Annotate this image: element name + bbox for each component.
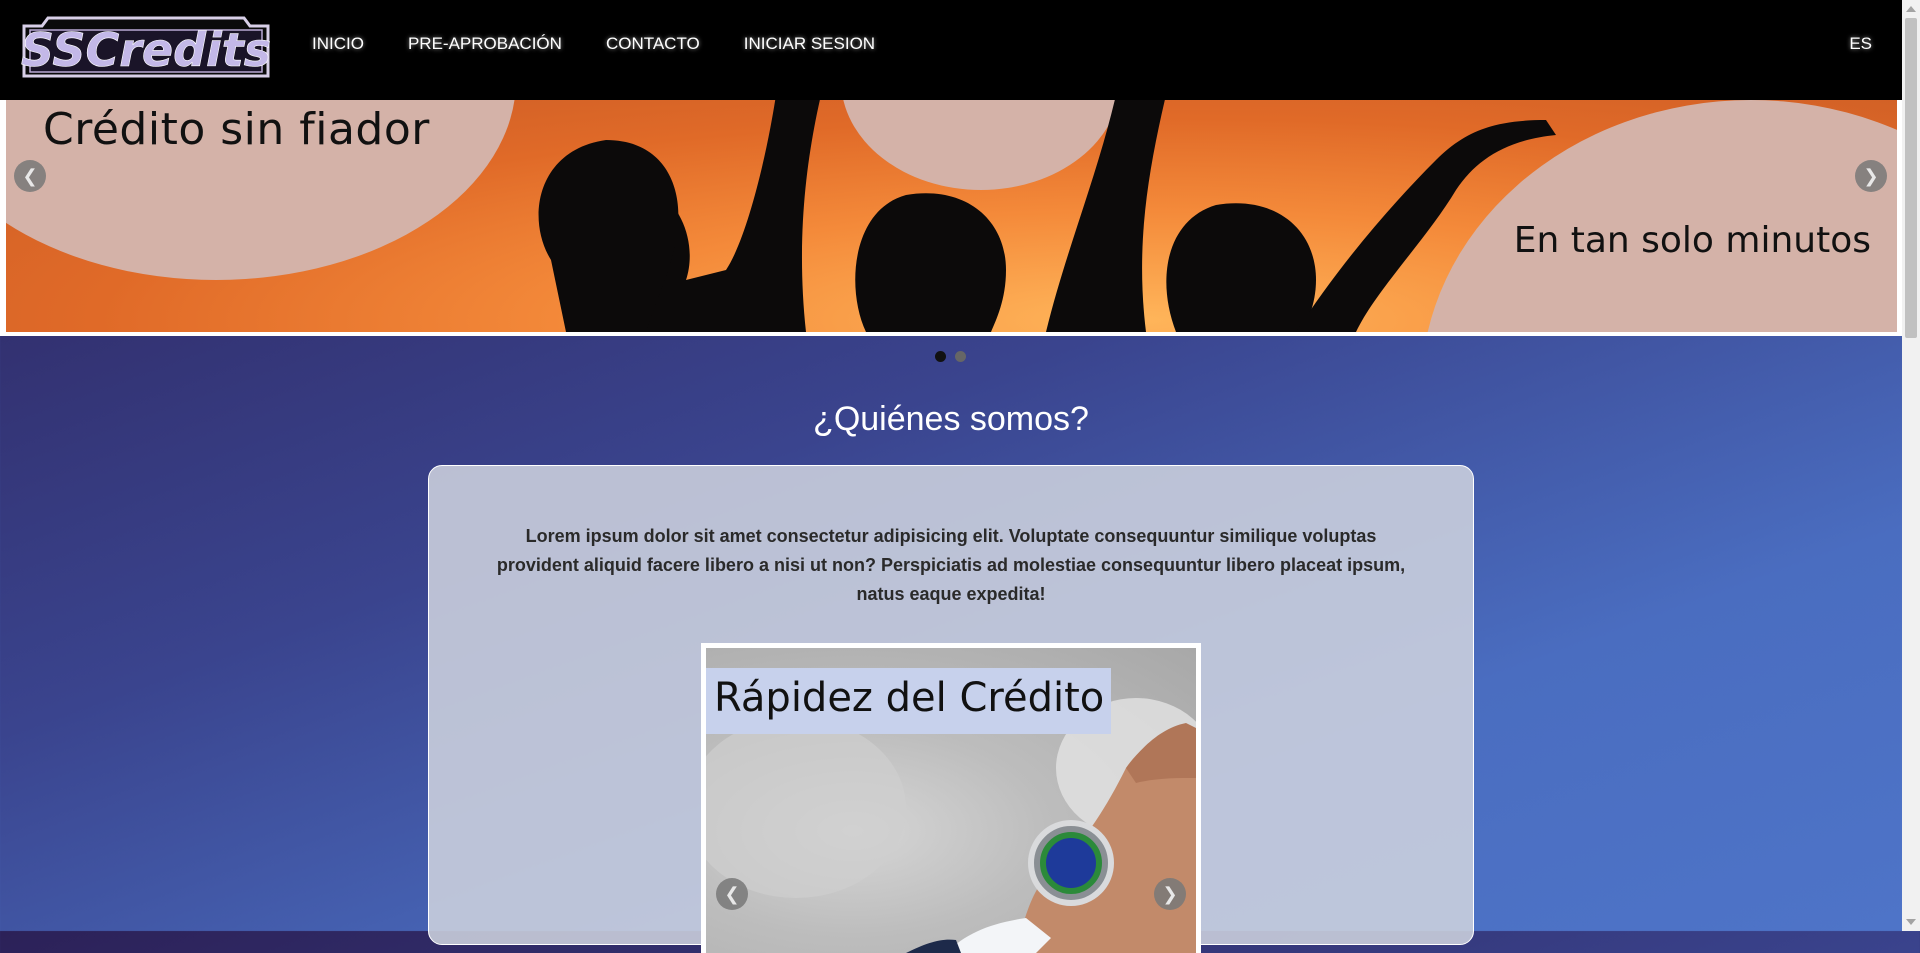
about-title: ¿Quiénes somos? xyxy=(813,400,1089,438)
carousel-indicators xyxy=(935,351,966,362)
carousel-dot-2[interactable] xyxy=(955,351,966,362)
scroll-down-icon[interactable] xyxy=(1906,919,1916,925)
about-card: Lorem ipsum dolor sit amet consectetur a… xyxy=(428,465,1474,953)
hero-slide-image: Crédito sin fiador En tan solo minutos xyxy=(6,100,1897,332)
slide-title: Rápidez del Crédito xyxy=(714,675,1105,721)
about-prev-button[interactable]: ❮ xyxy=(716,878,748,910)
nav-item-pre-aprobacion[interactable]: PRE-APROBACIÓN xyxy=(408,34,562,54)
chevron-left-icon: ❮ xyxy=(22,165,38,187)
brand-logo[interactable]: SSCredits xyxy=(18,16,274,78)
main-nav: INICIO PRE-APROBACIÓN CONTACTO INICIAR S… xyxy=(290,0,897,88)
about-carousel: Rápidez del Crédito ❮ ❯ xyxy=(701,643,1201,953)
hero-subheading: En tan solo minutos xyxy=(1513,220,1871,261)
hero-next-button[interactable]: ❯ xyxy=(1855,160,1887,192)
hero-heading: Crédito sin fiador xyxy=(43,104,430,155)
scrollbar-thumb[interactable] xyxy=(1905,18,1917,338)
about-slide-image: Rápidez del Crédito xyxy=(706,648,1196,953)
nav-item-contacto[interactable]: CONTACTO xyxy=(606,34,700,54)
svg-text:SSCredits: SSCredits xyxy=(21,23,271,77)
hero-prev-button[interactable]: ❮ xyxy=(14,160,46,192)
nav-item-inicio[interactable]: INICIO xyxy=(312,34,364,54)
nav-item-iniciar-sesion[interactable]: INICIAR SESION xyxy=(744,34,875,54)
chevron-right-icon: ❯ xyxy=(1162,883,1178,905)
hero-carousel: Crédito sin fiador En tan solo minutos ❮… xyxy=(0,100,1902,336)
about-text: Lorem ipsum dolor sit amet consectetur a… xyxy=(496,526,1406,604)
carousel-dot-1[interactable] xyxy=(935,351,946,362)
top-navbar: SSCredits INICIO PRE-APROBACIÓN CONTACTO… xyxy=(0,0,1902,100)
chevron-left-icon: ❮ xyxy=(724,883,740,905)
page-scrollbar[interactable] xyxy=(1902,0,1920,931)
language-selector[interactable]: ES xyxy=(1849,34,1872,54)
scroll-up-icon[interactable] xyxy=(1906,6,1916,12)
about-next-button[interactable]: ❯ xyxy=(1154,878,1186,910)
chevron-right-icon: ❯ xyxy=(1863,165,1879,187)
